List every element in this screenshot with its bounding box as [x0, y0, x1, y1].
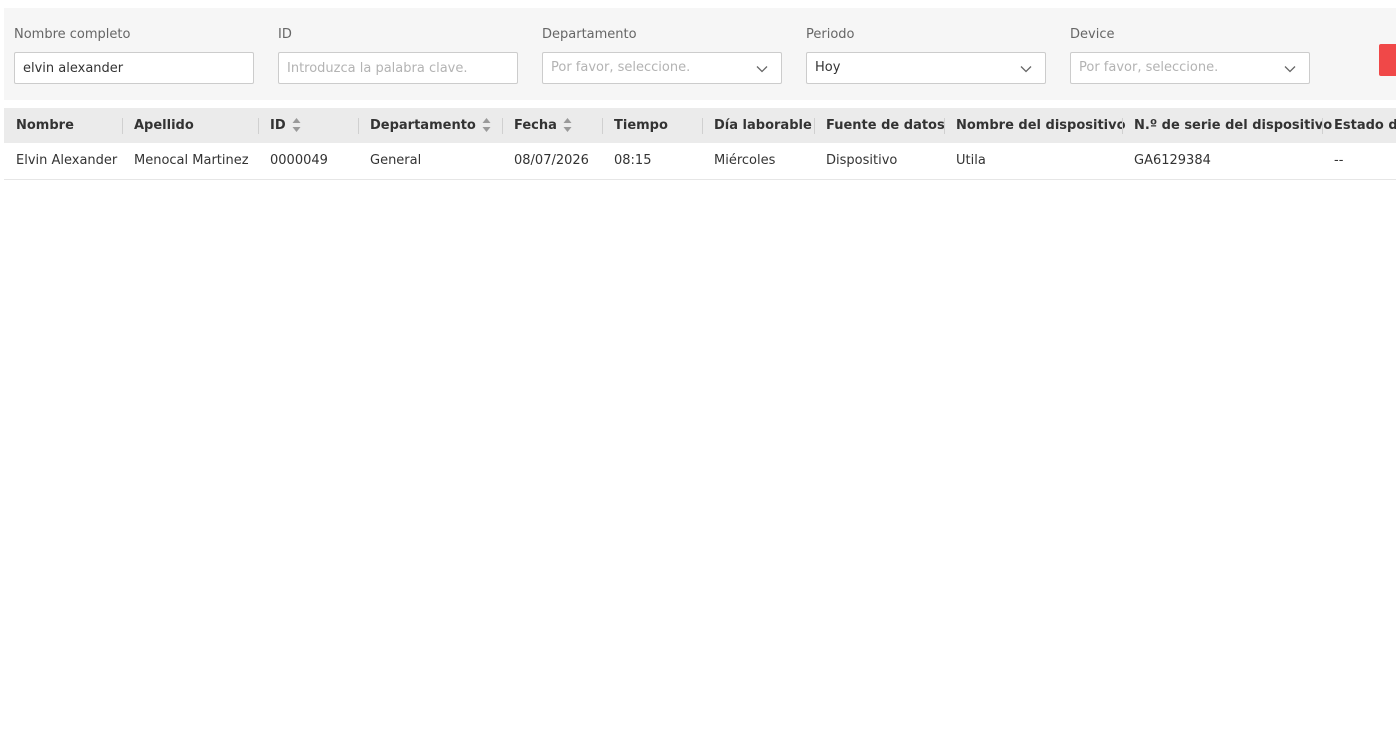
column-divider: [814, 118, 815, 134]
column-divider: [502, 118, 503, 134]
department-select-value: Por favor, seleccione.: [551, 60, 691, 75]
period-label: Periodo: [806, 27, 855, 42]
period-select[interactable]: Hoy: [806, 52, 1046, 84]
cell-nombre: Elvin Alexander: [16, 153, 118, 168]
sort-icon[interactable]: [563, 117, 572, 133]
column-divider: [602, 118, 603, 134]
period-select-value: Hoy: [815, 60, 841, 75]
table-body: Elvin Alexander Menocal Martinez 0000049…: [4, 143, 1396, 180]
cell-apellido: Menocal Martinez: [134, 153, 249, 168]
id-label: ID: [278, 27, 292, 42]
device-select[interactable]: Por favor, seleccione.: [1070, 52, 1310, 84]
column-header-id[interactable]: ID: [270, 108, 301, 143]
column-divider: [702, 118, 703, 134]
full-name-input[interactable]: [14, 52, 254, 84]
cell-tiempo: 08:15: [614, 153, 652, 168]
column-divider: [1322, 118, 1323, 134]
attendance-table: Nombre Apellido ID Departamento Fecha Ti…: [4, 108, 1396, 180]
department-label: Departamento: [542, 27, 637, 42]
column-divider: [122, 118, 123, 134]
column-divider: [1122, 118, 1123, 134]
cell-nombre-del-dispositivo: Utila: [956, 153, 986, 168]
cell-estado: --: [1334, 153, 1344, 168]
column-header-tiempo: Tiempo: [614, 118, 668, 133]
column-header-departamento[interactable]: Departamento: [370, 108, 491, 143]
column-divider: [944, 118, 945, 134]
column-header-nombre: Nombre: [16, 118, 74, 133]
cell-fuente-de-datos: Dispositivo: [826, 153, 898, 168]
device-label: Device: [1070, 27, 1115, 42]
device-select-value: Por favor, seleccione.: [1079, 60, 1219, 75]
sort-icon[interactable]: [482, 117, 491, 133]
chevron-down-icon: [1020, 66, 1032, 73]
cell-numero-de-serie: GA6129384: [1134, 153, 1211, 168]
column-header-dia-laborable: Día laborable: [714, 118, 812, 133]
cell-dia-laborable: Miércoles: [714, 153, 776, 168]
cell-departamento: General: [370, 153, 422, 168]
column-header-estado: Estado de: [1334, 118, 1396, 133]
column-header-nombre-del-dispositivo: Nombre del dispositivo: [956, 118, 1126, 133]
sort-icon[interactable]: [292, 117, 301, 133]
full-name-label: Nombre completo: [14, 27, 131, 42]
department-select[interactable]: Por favor, seleccione.: [542, 52, 782, 84]
table-row[interactable]: Elvin Alexander Menocal Martinez 0000049…: [4, 143, 1396, 180]
cell-id: 0000049: [270, 153, 328, 168]
column-divider: [358, 118, 359, 134]
cell-fecha: 08/07/2026: [514, 153, 589, 168]
table-header: Nombre Apellido ID Departamento Fecha Ti…: [4, 108, 1396, 143]
chevron-down-icon: [1284, 66, 1296, 73]
column-header-fecha[interactable]: Fecha: [514, 108, 572, 143]
column-divider: [258, 118, 259, 134]
column-header-apellido: Apellido: [134, 118, 194, 133]
column-header-fuente-de-datos: Fuente de datos: [826, 118, 945, 133]
column-header-numero-de-serie: N.º de serie del dispositivo: [1134, 118, 1333, 133]
id-input[interactable]: [278, 52, 518, 84]
filter-bar: Nombre completo ID Departamento Por favo…: [4, 8, 1396, 100]
chevron-down-icon: [756, 66, 768, 73]
search-button[interactable]: [1379, 44, 1396, 76]
